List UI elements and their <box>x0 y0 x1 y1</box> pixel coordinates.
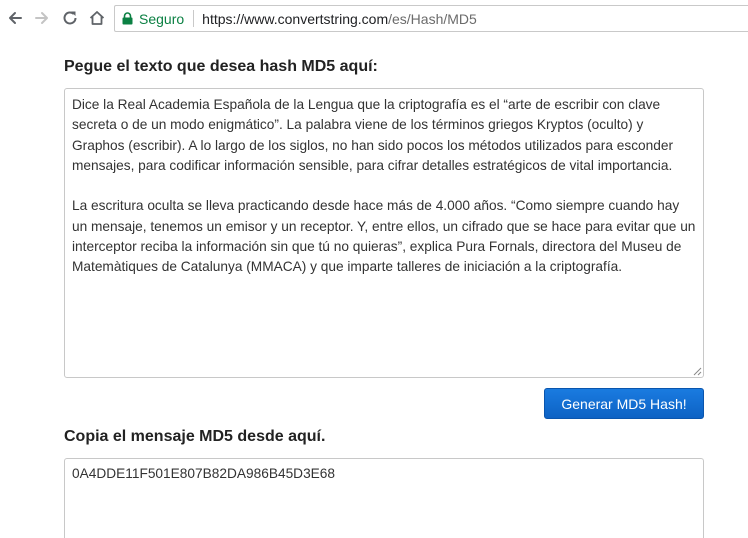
browser-toolbar: Seguro https://www.convertstring.com/es/… <box>0 0 748 37</box>
reload-icon <box>63 11 77 25</box>
address-bar[interactable]: Seguro https://www.convertstring.com/es/… <box>114 5 748 32</box>
output-heading: Copia el mensaje MD5 desde aquí. <box>64 428 326 445</box>
output-hash-value: 0A4DDE11F501E807B82DA986B45D3E68 <box>72 466 336 481</box>
back-button[interactable] <box>3 6 27 30</box>
omnibox-divider <box>193 10 195 27</box>
secure-label: Seguro <box>139 10 185 27</box>
input-paragraph: La escritura oculta se lleva practicando… <box>72 198 696 275</box>
home-icon <box>89 11 105 25</box>
reload-button[interactable] <box>58 6 82 30</box>
forward-button[interactable] <box>30 6 54 30</box>
url-path: /es/Hash/MD5 <box>388 10 477 27</box>
output-hash-field[interactable]: 0A4DDE11F501E807B82DA986B45D3E68 <box>64 458 704 538</box>
resize-grip-icon[interactable] <box>692 366 702 376</box>
input-paragraph: Dice la Real Academia Española de la Len… <box>72 97 674 173</box>
generate-md5-button[interactable]: Generar MD5 Hash! <box>544 388 704 419</box>
back-arrow-icon <box>9 12 22 24</box>
lock-icon <box>122 12 133 25</box>
home-button[interactable] <box>85 6 109 30</box>
input-heading: Pegue el texto que desea hash MD5 aquí: <box>64 58 378 75</box>
forward-arrow-icon <box>35 12 48 24</box>
text-input-area[interactable]: Dice la Real Academia Española de la Len… <box>64 88 704 378</box>
url-host: https://www.convertstring.com <box>202 10 389 27</box>
